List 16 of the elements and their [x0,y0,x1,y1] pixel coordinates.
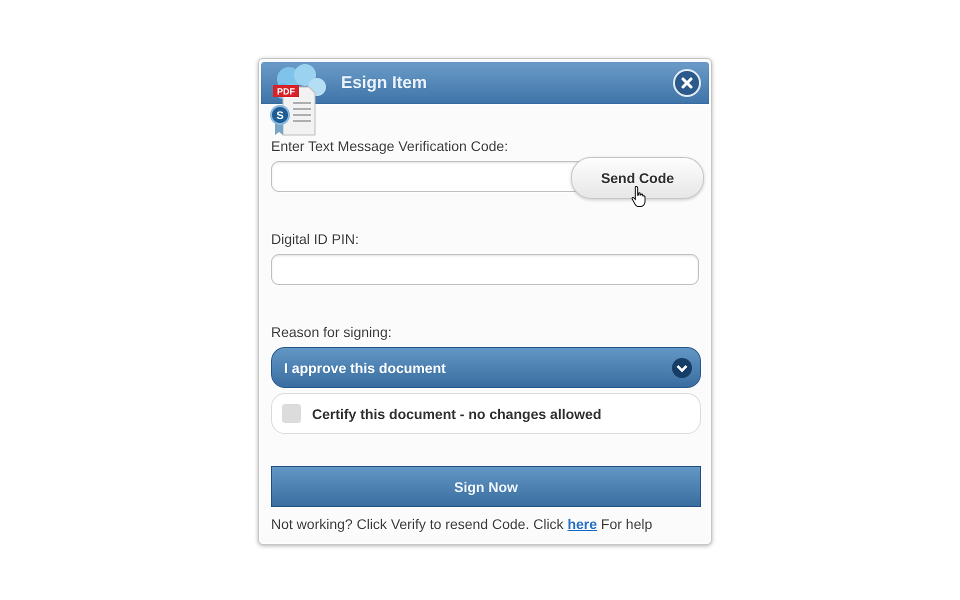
close-icon [681,77,693,89]
field-label: Reason for signing: [271,324,393,340]
pin-field[interactable] [271,254,699,285]
chevron-down-icon [672,358,692,378]
help-link[interactable]: here [567,516,598,532]
field-label: Digital ID PIN: [271,231,360,247]
certify-checkbox[interactable] [282,404,301,423]
reason-dropdown[interactable]: I approve this document [271,347,701,388]
sign-now-button[interactable]: Sign Now [271,466,701,507]
certify-label: Certify this document - no changes allowed [312,406,602,422]
close-button[interactable] [673,69,701,97]
field-label: Enter Text Message Verification Code: [271,138,510,154]
help-text: Not working? Click Verify to resend Code. Click here For help [271,516,654,532]
hand-cursor-icon [631,185,647,207]
send-code-button[interactable]: Send Code [571,157,704,199]
dialog-title: Esign Item [341,73,427,93]
